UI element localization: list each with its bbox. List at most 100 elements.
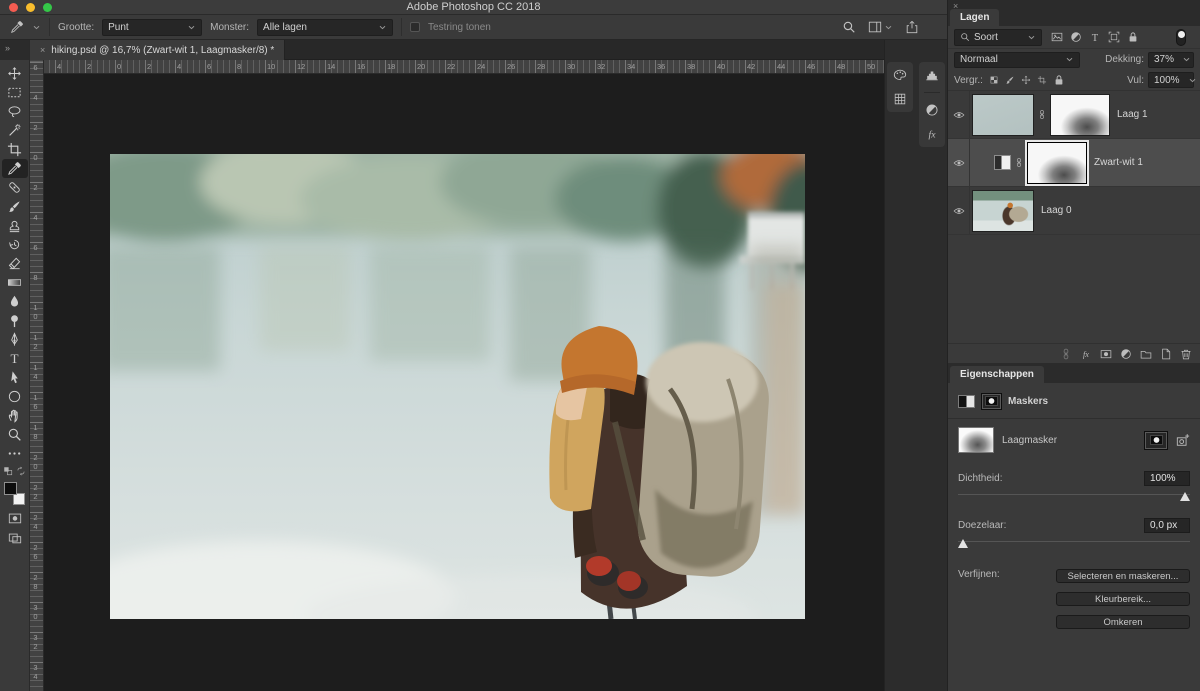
- select-pixel-mask-button[interactable]: [1144, 431, 1168, 450]
- delete-layer-icon[interactable]: [1180, 348, 1192, 360]
- density-slider[interactable]: [958, 489, 1190, 502]
- screen-mode-icon[interactable]: [8, 531, 22, 545]
- select-and-mask-button[interactable]: Selecteren en maskeren...: [1056, 569, 1190, 583]
- opacity-dropdown[interactable]: 37%: [1148, 52, 1194, 68]
- filter-type-dropdown[interactable]: Soort: [954, 29, 1042, 46]
- horizontal-ruler[interactable]: 4202468101214161820222426283032343638404…: [44, 60, 884, 74]
- dodge-tool[interactable]: [2, 311, 28, 330]
- filter-smart-objects-icon[interactable]: [1127, 31, 1139, 43]
- layer-row-laag1[interactable]: Laag 1: [948, 91, 1200, 139]
- layer-mask-mode-icon[interactable]: [958, 395, 975, 408]
- swap-colors-icon[interactable]: [16, 466, 26, 476]
- layer-thumbnail[interactable]: [972, 94, 1034, 136]
- color-range-button[interactable]: Kleurbereik...: [1056, 592, 1190, 606]
- layer-style-icon[interactable]: [1080, 348, 1092, 360]
- link-layers-icon[interactable]: [1060, 348, 1072, 360]
- vertical-ruler[interactable]: 6420246810121416182022242628303234: [30, 60, 44, 691]
- quick-selection-tool[interactable]: [2, 121, 28, 140]
- tab-layers[interactable]: Lagen: [950, 9, 999, 26]
- lock-position-icon[interactable]: [1021, 75, 1031, 85]
- hand-tool[interactable]: [2, 406, 28, 425]
- mask-thumbnail[interactable]: [958, 427, 994, 453]
- document-tab[interactable]: × hiking.psd @ 16,7% (Zwart-wit 1, Laagm…: [30, 40, 285, 60]
- layer-mask-thumbnail[interactable]: [1027, 142, 1087, 184]
- sample-dropdown[interactable]: Alle lagen: [257, 19, 393, 36]
- visibility-eye-icon[interactable]: [953, 205, 965, 217]
- path-select-tool[interactable]: [2, 368, 28, 387]
- slider-thumb[interactable]: [1180, 492, 1190, 501]
- zoom-window-button[interactable]: [43, 3, 52, 12]
- filter-adjustment-layers-icon[interactable]: [1070, 31, 1082, 43]
- brush-tool[interactable]: [2, 197, 28, 216]
- crop-tool[interactable]: [2, 140, 28, 159]
- density-value-field[interactable]: 100%: [1144, 471, 1190, 486]
- layer-row-zwart-wit[interactable]: Zwart-wit 1: [948, 139, 1200, 187]
- new-layer-icon[interactable]: [1160, 348, 1172, 360]
- invert-button[interactable]: Omkeren: [1056, 615, 1190, 629]
- fill-dropdown[interactable]: 100%: [1148, 72, 1194, 88]
- size-dropdown[interactable]: Punt: [102, 19, 202, 36]
- lock-pixels-icon[interactable]: [1005, 75, 1015, 85]
- blur-tool[interactable]: [2, 292, 28, 311]
- visibility-eye-icon[interactable]: [953, 157, 965, 169]
- close-tab-icon[interactable]: ×: [40, 45, 45, 55]
- move-tool[interactable]: [2, 64, 28, 83]
- zoom-tool[interactable]: [2, 425, 28, 444]
- lock-artboard-icon[interactable]: [1037, 75, 1047, 85]
- lasso-tool[interactable]: [2, 102, 28, 121]
- slider-thumb[interactable]: [958, 539, 968, 548]
- search-icon[interactable]: [842, 20, 856, 34]
- new-group-icon[interactable]: [1140, 348, 1152, 360]
- tab-properties[interactable]: Eigenschappen: [950, 366, 1044, 383]
- clone-stamp-tool[interactable]: [2, 216, 28, 235]
- filter-pixel-layers-icon[interactable]: [1051, 31, 1063, 43]
- feather-slider[interactable]: [958, 536, 1190, 549]
- feather-value-field[interactable]: 0,0 px: [1144, 518, 1190, 533]
- layer-mask-thumbnail[interactable]: [1050, 94, 1110, 136]
- eyedropper-tool-preset-icon[interactable]: [10, 20, 24, 34]
- healing-brush-tool[interactable]: [2, 178, 28, 197]
- color-panel-icon[interactable]: [893, 68, 907, 82]
- add-layer-mask-icon[interactable]: [1100, 348, 1112, 360]
- add-vector-mask-icon[interactable]: [1176, 433, 1190, 447]
- layer-name[interactable]: Laag 0: [1041, 205, 1072, 216]
- marquee-tool[interactable]: [2, 83, 28, 102]
- quick-mask-mode-icon[interactable]: [8, 511, 22, 525]
- canvas[interactable]: [44, 74, 884, 691]
- filter-type-layers-icon[interactable]: [1089, 31, 1101, 43]
- shape-tool[interactable]: [2, 387, 28, 406]
- share-icon[interactable]: [905, 20, 919, 34]
- gradient-tool[interactable]: [2, 273, 28, 292]
- chevron-down-icon[interactable]: [884, 23, 893, 32]
- show-sampling-ring-checkbox[interactable]: [410, 22, 420, 32]
- foreground-background-swatches[interactable]: [3, 482, 26, 505]
- adjustment-layer-icon[interactable]: [994, 155, 1011, 170]
- swatches-panel-icon[interactable]: [893, 92, 907, 106]
- foreground-color-swatch[interactable]: [4, 482, 17, 495]
- layer-name[interactable]: Zwart-wit 1: [1094, 157, 1143, 168]
- collapse-toolbar-button[interactable]: »: [0, 40, 29, 60]
- styles-panel-icon[interactable]: [925, 127, 939, 141]
- blend-mode-dropdown[interactable]: Normaal: [954, 52, 1080, 68]
- mask-link-icon[interactable]: [1014, 156, 1024, 169]
- history-brush-tool[interactable]: [2, 235, 28, 254]
- type-tool[interactable]: [2, 349, 28, 368]
- filter-shape-layers-icon[interactable]: [1108, 31, 1120, 43]
- new-adjustment-layer-icon[interactable]: [1120, 348, 1132, 360]
- default-colors-icon[interactable]: [3, 466, 13, 476]
- minimize-window-button[interactable]: [26, 3, 35, 12]
- adjustments-panel-icon[interactable]: [925, 103, 939, 117]
- workspace-icon[interactable]: [868, 20, 882, 34]
- layer-name[interactable]: Laag 1: [1117, 109, 1148, 120]
- visibility-eye-icon[interactable]: [953, 109, 965, 121]
- eyedropper-tool[interactable]: [2, 159, 28, 178]
- layer-row-laag0[interactable]: Laag 0: [948, 187, 1200, 235]
- pen-tool[interactable]: [2, 330, 28, 349]
- layer-thumbnail[interactable]: [972, 190, 1034, 232]
- histogram-panel-icon[interactable]: [925, 68, 939, 82]
- lock-transparency-icon[interactable]: [989, 75, 999, 85]
- mask-link-icon[interactable]: [1037, 108, 1047, 121]
- edit-toolbar-button[interactable]: [2, 444, 28, 463]
- layer-filtering-toggle[interactable]: [1176, 29, 1186, 46]
- chevron-down-icon[interactable]: [32, 23, 41, 32]
